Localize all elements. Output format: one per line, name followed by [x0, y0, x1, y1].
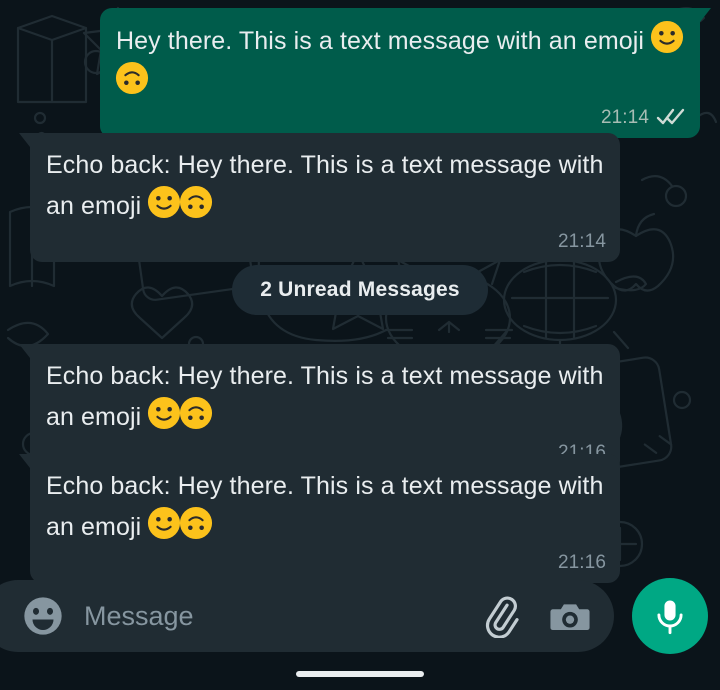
upside-down-face-icon [179, 506, 213, 540]
android-navigation-bar [0, 658, 720, 690]
message-text: Echo back: Hey there. This is a text mes… [46, 362, 611, 431]
smiley-icon[interactable] [22, 595, 64, 637]
paperclip-icon[interactable] [478, 594, 522, 638]
message-row-outgoing: Hey there. This is a text message with a… [0, 8, 711, 138]
slightly-smiling-face-icon [147, 396, 181, 430]
message-meta: 21:14 [46, 228, 606, 254]
message-time: 21:14 [557, 230, 606, 252]
gesture-home-pill[interactable] [296, 671, 424, 677]
message-row-incoming: Echo back: Hey there. This is a text mes… [19, 133, 620, 262]
message-bubble-outgoing[interactable]: Hey there. This is a text message with a… [100, 8, 711, 138]
message-input[interactable] [84, 600, 452, 632]
slightly-smiling-face-icon [147, 185, 181, 219]
composer-input-bar[interactable] [0, 580, 614, 652]
message-bubble-incoming[interactable]: Echo back: Hey there. This is a text mes… [19, 133, 620, 262]
unread-divider: 2 Unread Messages [0, 265, 720, 315]
slightly-smiling-face-icon [147, 506, 181, 540]
message-composer [0, 578, 720, 654]
whatsapp-chat-screen: Hey there. This is a text message with a… [0, 0, 720, 690]
message-time: 21:16 [557, 551, 606, 573]
upside-down-face-icon [179, 185, 213, 219]
message-meta: 21:16 [46, 549, 606, 575]
unread-messages-badge: 2 Unread Messages [232, 265, 488, 315]
message-bubble-incoming[interactable]: Echo back: Hey there. This is a text mes… [19, 454, 620, 583]
message-text: Echo back: Hey there. This is a text mes… [46, 151, 611, 220]
message-row-incoming: Echo back: Hey there. This is a text mes… [19, 454, 620, 583]
message-time: 21:14 [600, 106, 649, 128]
slightly-smiling-face-icon [650, 20, 684, 54]
double-check-icon [656, 107, 686, 127]
message-text: Echo back: Hey there. This is a text mes… [46, 472, 611, 541]
message-list[interactable]: Hey there. This is a text message with a… [0, 0, 720, 583]
upside-down-face-icon [115, 61, 149, 95]
upside-down-face-icon [179, 396, 213, 430]
voice-record-button[interactable] [632, 578, 708, 654]
camera-icon[interactable] [548, 594, 592, 638]
message-text: Hey there. This is a text message with a… [115, 20, 686, 102]
message-meta: 21:14 [116, 104, 686, 130]
